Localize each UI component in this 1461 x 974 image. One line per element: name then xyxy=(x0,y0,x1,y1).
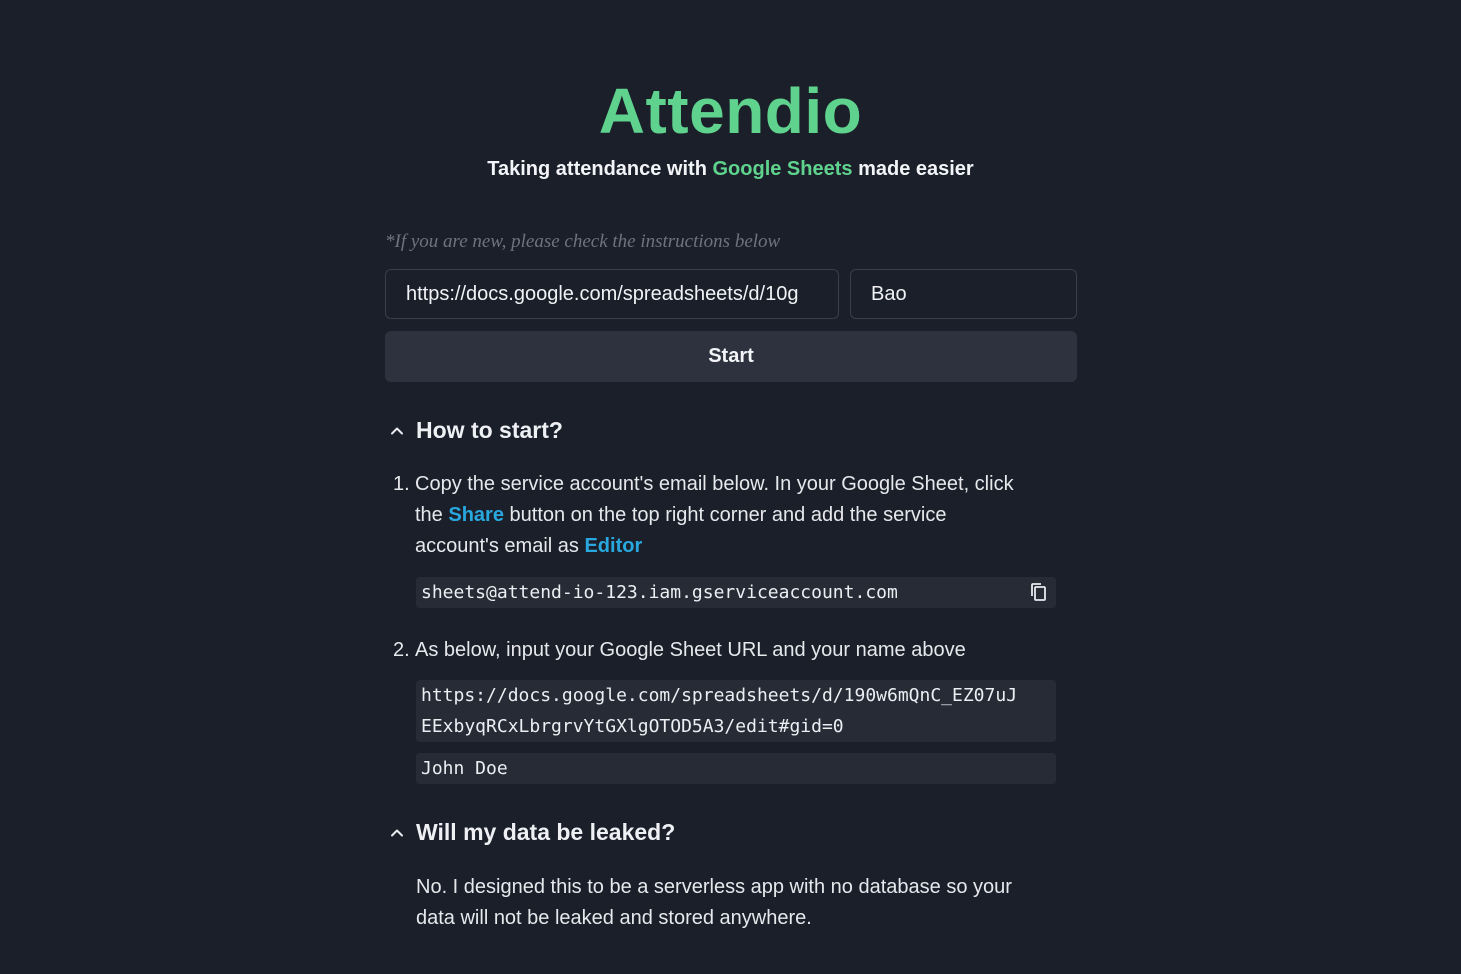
faq-how-to-start-heading: How to start? xyxy=(416,417,563,443)
service-account-email-block: sheets@attend-io-123.iam.gserviceaccount… xyxy=(416,577,1056,608)
service-account-email: sheets@attend-io-123.iam.gserviceaccount… xyxy=(421,582,898,603)
step-1-number: 1. xyxy=(393,473,410,495)
faq-how-to-start-toggle[interactable]: How to start? xyxy=(390,417,563,444)
app-subtitle: Taking attendance with Google Sheets mad… xyxy=(0,158,1461,181)
step-1-text-2a: the xyxy=(415,504,449,526)
step-1-text-1: Copy the service account's email below. … xyxy=(415,473,1014,495)
chevron-up-icon xyxy=(390,424,404,438)
user-name-input[interactable] xyxy=(850,269,1077,319)
faq-data-leak-heading: Will my data be leaked? xyxy=(416,819,676,845)
example-url-block: https://docs.google.com/spreadsheets/d/1… xyxy=(416,680,1056,742)
step-1-line-3: account's email as Editor xyxy=(393,531,1053,562)
share-keyword: Share xyxy=(448,504,504,526)
step-1-line-1: 1. Copy the service account's email below… xyxy=(393,469,1053,500)
instruction-step-1: 1. Copy the service account's email below… xyxy=(393,469,1053,562)
instructions-hint: *If you are new, please check the instru… xyxy=(385,231,781,252)
copy-icon[interactable] xyxy=(1028,581,1050,603)
data-leak-answer-line-2: data will not be leaked and stored anywh… xyxy=(416,907,812,929)
faq-data-leak-answer: No. I designed this to be a serverless a… xyxy=(416,872,1056,934)
example-name: John Doe xyxy=(421,758,508,779)
subtitle-suffix: made easier xyxy=(852,158,974,180)
faq-data-leak-toggle[interactable]: Will my data be leaked? xyxy=(390,819,675,846)
step-1-text-3a: account's email as xyxy=(415,535,585,557)
step-1-line-2: the Share button on the top right corner… xyxy=(393,500,1053,531)
instruction-step-2: 2. As below, input your Google Sheet URL … xyxy=(393,635,966,666)
step-1-text-2b: button on the top right corner and add t… xyxy=(503,504,947,526)
data-leak-answer-line-1: No. I designed this to be a serverless a… xyxy=(416,876,1012,898)
example-url-line-1: https://docs.google.com/spreadsheets/d/1… xyxy=(421,685,1018,706)
step-2-number: 2. xyxy=(393,639,410,661)
chevron-up-icon xyxy=(390,826,404,840)
step-2-text: As below, input your Google Sheet URL an… xyxy=(415,639,966,661)
app-title: Attendio xyxy=(598,75,863,147)
example-url-line-2: EExbyqRCxLbrgrvYtGXlgOTOD5A3/edit#gid=0 xyxy=(421,716,844,737)
editor-keyword: Editor xyxy=(584,535,643,557)
app-root: Attendio Taking attendance with Google S… xyxy=(0,0,1461,974)
sheet-url-input[interactable] xyxy=(385,269,839,319)
subtitle-accent: Google Sheets xyxy=(712,158,853,180)
start-button[interactable]: Start xyxy=(385,331,1077,382)
subtitle-prefix: Taking attendance with xyxy=(487,158,713,180)
example-name-block: John Doe xyxy=(416,753,1056,784)
